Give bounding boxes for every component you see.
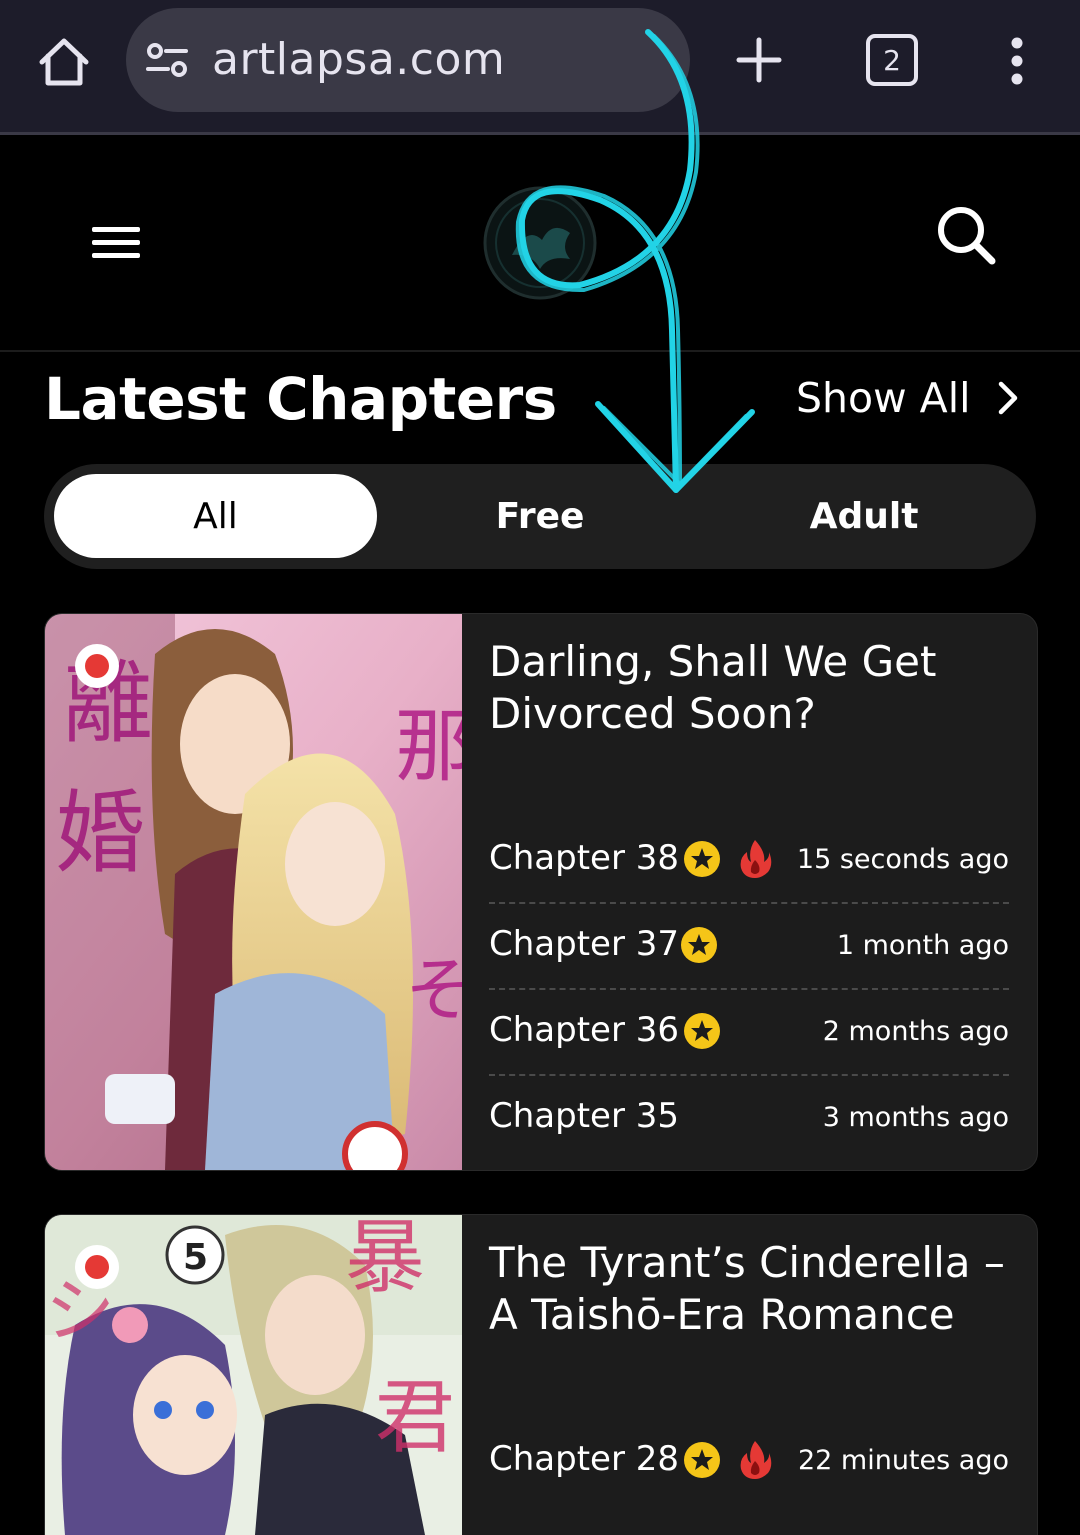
chevron-right-icon <box>998 381 1017 415</box>
fire-icon <box>740 1441 772 1479</box>
plus-icon[interactable] <box>735 36 783 84</box>
chapter-time: 15 seconds ago <box>796 844 1009 875</box>
tab-switcher-button[interactable]: 2 <box>866 34 918 86</box>
tab-adult[interactable]: Adult <box>702 474 1026 558</box>
site-logo[interactable] <box>482 185 598 301</box>
chapter-row[interactable]: Chapter 37 1 month ago <box>489 902 1009 990</box>
manga-cover[interactable]: 離 婚 那 そ <box>45 614 462 1170</box>
chapter-label: Chapter 38 <box>489 838 680 878</box>
search-icon[interactable] <box>934 203 998 267</box>
star-badge-icon <box>684 1013 720 1049</box>
chapter-row[interactable]: Chapter 35 3 months ago <box>489 1074 1009 1160</box>
tab-adult-label: Adult <box>809 495 919 537</box>
status-dot <box>75 644 119 688</box>
chapter-time: 2 months ago <box>822 1016 1009 1047</box>
show-all-link[interactable]: Show All <box>796 372 1023 424</box>
show-all-label: Show All <box>796 374 971 422</box>
star-badge-icon <box>684 841 720 877</box>
hamburger-menu-icon[interactable] <box>90 223 142 263</box>
chapter-row[interactable]: Chapter 36 2 months ago <box>489 988 1009 1076</box>
tune-icon[interactable] <box>146 42 188 78</box>
url-text: artlapsa.com <box>212 34 506 85</box>
status-dot <box>75 1245 119 1289</box>
star-badge-icon <box>681 927 717 963</box>
svg-text:婚: 婚 <box>55 781 145 886</box>
vertical-dots-icon[interactable] <box>1002 36 1032 86</box>
chapter-label: Chapter 28 <box>489 1439 680 1479</box>
svg-text:暴: 暴 <box>345 1215 425 1304</box>
chapter-row[interactable]: Chapter 28 22 minutes ago <box>489 1417 1009 1503</box>
tab-all-label: All <box>193 495 238 537</box>
section-title: Latest Chapters <box>44 365 557 433</box>
tab-all[interactable]: All <box>54 474 377 558</box>
svg-text:君: 君 <box>375 1371 455 1464</box>
manga-title[interactable]: The Tyrant’s Cinderella – A Taishō-Era R… <box>489 1237 1019 1341</box>
chapter-time: 3 months ago <box>822 1102 1009 1133</box>
fire-icon <box>740 840 772 878</box>
chapter-time: 22 minutes ago <box>797 1445 1009 1476</box>
address-bar[interactable]: artlapsa.com <box>126 8 690 112</box>
tab-free-label: Free <box>495 495 585 537</box>
filter-tabs: All Free Adult <box>44 464 1036 569</box>
manga-cover[interactable]: 5 暴 君 シ <box>45 1215 462 1535</box>
site-header <box>0 135 1080 352</box>
chapter-label: Chapter 36 <box>489 1010 680 1050</box>
tab-free[interactable]: Free <box>378 474 702 558</box>
tab-count: 2 <box>883 43 901 77</box>
svg-text:那: 那 <box>395 700 462 793</box>
manga-title[interactable]: Darling, Shall We Get Divorced Soon? <box>489 636 1019 740</box>
chapter-row[interactable]: Chapter 38 15 seconds ago <box>489 816 1009 904</box>
svg-text:そ: そ <box>405 949 462 1031</box>
chapter-label: Chapter 35 <box>489 1096 680 1136</box>
chapter-time: 1 month ago <box>836 930 1009 961</box>
home-icon[interactable] <box>36 34 92 90</box>
chapter-label: Chapter 37 <box>489 924 680 964</box>
manga-card[interactable]: 離 婚 那 そ Darling, Shall We Get Divorced S… <box>44 613 1038 1171</box>
manga-card[interactable]: 5 暴 君 シ The Tyrant’s Cinderella – A Tais… <box>44 1214 1038 1535</box>
star-badge-icon <box>684 1442 720 1478</box>
svg-text:5: 5 <box>183 1237 208 1278</box>
browser-toolbar: artlapsa.com 2 <box>0 0 1080 135</box>
